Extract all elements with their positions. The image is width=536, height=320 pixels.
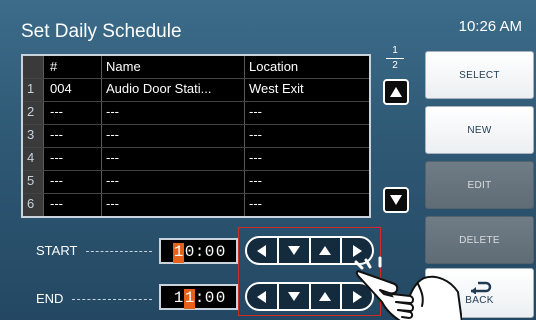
new-button[interactable]: NEW	[425, 106, 534, 154]
screen: Set Daily Schedule 10:26 AM # Name Locat…	[0, 0, 536, 320]
start-down-button[interactable]	[279, 238, 311, 263]
scroll-up-button[interactable]	[383, 79, 409, 105]
start-up-button[interactable]	[311, 238, 343, 263]
left-arrow-icon	[257, 244, 267, 257]
row-location: ---	[249, 127, 262, 142]
page-current: 1	[392, 45, 398, 56]
row-location: ---	[249, 173, 262, 188]
row-index: 6	[27, 196, 35, 211]
down-arrow-icon	[287, 292, 300, 301]
row-name: ---	[106, 127, 119, 142]
back-icon	[470, 281, 491, 294]
row-name: ---	[106, 173, 119, 188]
up-arrow-icon	[390, 87, 402, 97]
table-row[interactable]: 4 --- --- ---	[23, 147, 369, 170]
page-indicator: 1 2	[382, 45, 408, 72]
table-header: # Name Location	[23, 56, 369, 79]
start-minute-ones: 0	[215, 243, 226, 261]
select-button[interactable]: SELECT	[425, 51, 534, 99]
row-index: 4	[27, 150, 35, 165]
row-index: 2	[27, 104, 35, 119]
up-arrow-icon	[319, 246, 332, 255]
row-index: 5	[27, 173, 35, 188]
hand-pointer-icon	[354, 256, 462, 320]
row-name: ---	[106, 104, 119, 119]
table-row[interactable]: 2 --- --- ---	[23, 101, 369, 124]
end-leader	[72, 299, 152, 300]
row-name: ---	[106, 150, 119, 165]
page-title: Set Daily Schedule	[21, 21, 182, 42]
row-number: 004	[50, 81, 72, 96]
row-number: ---	[50, 150, 63, 165]
table-row[interactable]: 3 --- --- ---	[23, 124, 369, 147]
row-index: 1	[27, 81, 35, 96]
end-time-field[interactable]: 1 1 : 0 0	[159, 284, 238, 310]
end-minute-ones: 0	[215, 289, 226, 307]
row-number: ---	[50, 104, 63, 119]
start-minute-tens: 0	[204, 243, 215, 261]
schedule-table: # Name Location 1 004 Audio Door Stati..…	[21, 54, 371, 218]
end-hour-tens: 1	[173, 289, 184, 307]
table-row[interactable]: 5 --- --- ---	[23, 170, 369, 193]
row-name: Audio Door Stati...	[106, 81, 212, 96]
column-header-number: #	[50, 59, 58, 74]
left-arrow-icon	[257, 290, 267, 303]
row-location: ---	[249, 104, 262, 119]
down-arrow-icon	[287, 246, 300, 255]
end-minute-tens: 0	[204, 289, 215, 307]
scroll-down-button[interactable]	[383, 187, 409, 213]
down-arrow-icon	[390, 195, 402, 205]
table-row[interactable]: 6 --- --- ---	[23, 193, 369, 216]
row-number: ---	[50, 127, 63, 142]
start-label: START	[36, 243, 78, 258]
column-header-location: Location	[249, 59, 299, 74]
end-down-button[interactable]	[279, 284, 311, 309]
row-location: ---	[249, 196, 262, 211]
start-time-field[interactable]: 1 0 : 0 0	[159, 238, 238, 264]
clock: 10:26 AM	[458, 18, 522, 35]
start-hour-tens: 1	[173, 243, 184, 263]
back-label: BACK	[465, 295, 494, 306]
start-left-button[interactable]	[247, 238, 279, 263]
row-name: ---	[106, 196, 119, 211]
row-location: ---	[249, 150, 262, 165]
end-up-button[interactable]	[311, 284, 343, 309]
column-header-name: Name	[106, 59, 141, 74]
table-row[interactable]: 1 004 Audio Door Stati... West Exit	[23, 78, 369, 101]
up-arrow-icon	[319, 292, 332, 301]
page-total: 2	[392, 60, 398, 71]
row-number: ---	[50, 173, 63, 188]
edit-button[interactable]: EDIT	[425, 161, 534, 209]
page-divider	[386, 58, 404, 59]
start-leader	[86, 251, 152, 252]
row-index: 3	[27, 127, 35, 142]
end-left-button[interactable]	[247, 284, 279, 309]
end-label: END	[36, 291, 64, 306]
row-number: ---	[50, 196, 63, 211]
row-location: West Exit	[249, 81, 304, 96]
